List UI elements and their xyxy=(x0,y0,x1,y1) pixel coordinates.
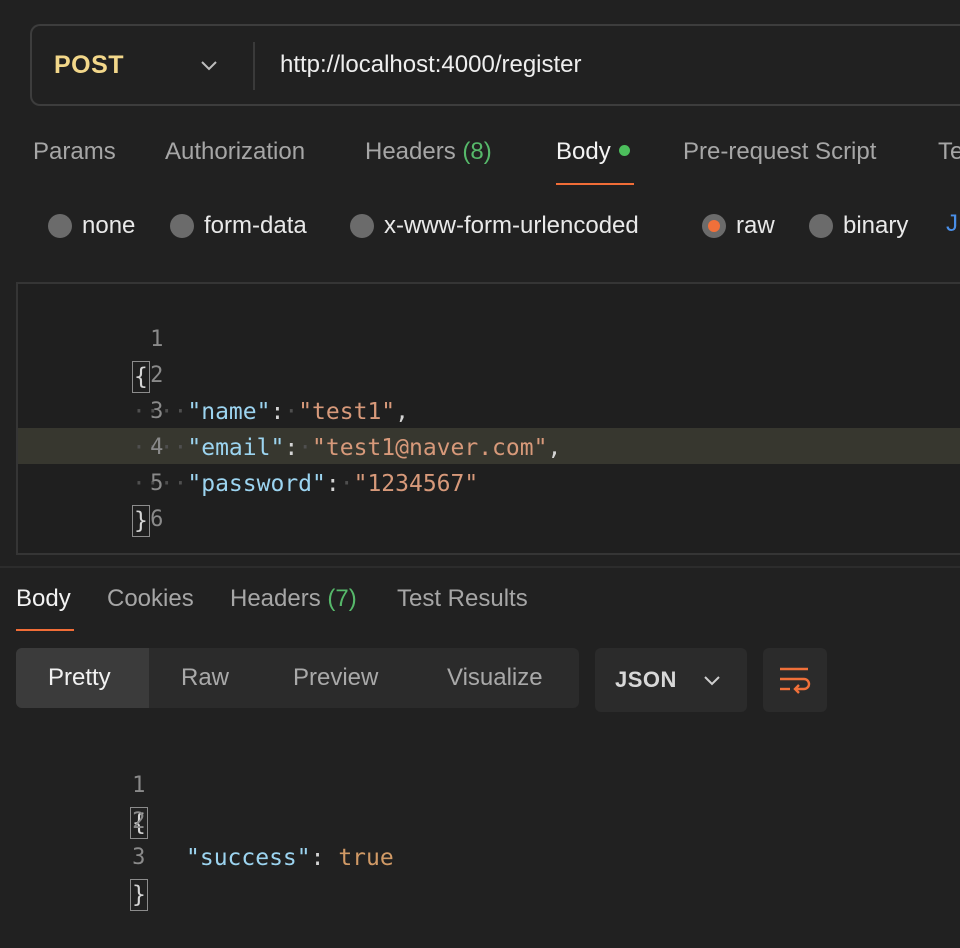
close-brace: } xyxy=(130,878,148,911)
tab-label: Headers xyxy=(365,138,456,165)
response-tab-cookies[interactable]: Cookies xyxy=(107,585,194,613)
response-tab-headers[interactable]: Headers (7) xyxy=(230,585,357,613)
request-url-bar: POST http://localhost:4000/register xyxy=(30,24,960,106)
headers-count: (8) xyxy=(462,138,492,165)
radio-x-www-form-urlencoded[interactable]: x-www-form-urlencoded xyxy=(350,210,639,242)
line-number: 1 xyxy=(132,773,146,798)
tab-label: Params xyxy=(33,138,116,165)
active-tab-indicator xyxy=(16,629,74,631)
line-number: 2 xyxy=(132,809,146,834)
code-line: 5 } xyxy=(18,430,163,537)
view-pretty-button[interactable]: Pretty xyxy=(16,648,149,708)
chevron-down-icon[interactable] xyxy=(198,54,220,76)
json-key: "email" xyxy=(187,435,285,461)
view-raw-button[interactable]: Raw xyxy=(181,648,229,708)
radio-none[interactable]: none xyxy=(48,210,135,242)
code-line: 2 ····"name":·"test1", xyxy=(18,322,409,425)
radio-form-data[interactable]: form-data xyxy=(170,210,307,242)
line-number: 3 xyxy=(150,399,164,424)
radio-button[interactable] xyxy=(702,214,726,238)
response-tab-test-results[interactable]: Test Results xyxy=(397,585,528,613)
radio-button[interactable] xyxy=(809,214,833,238)
line-number: 2 xyxy=(150,363,164,388)
tab-body[interactable]: Body xyxy=(556,138,630,166)
request-body-editor[interactable]: 1 { 2 ····"name":·"test1", 3 ····"email"… xyxy=(16,282,960,555)
wrap-lines-icon xyxy=(780,667,811,694)
json-value: "test1@naver.com" xyxy=(312,435,548,461)
response-format-select[interactable]: JSON xyxy=(595,648,747,712)
tab-tests[interactable]: Te xyxy=(938,138,960,166)
radio-binary[interactable]: binary xyxy=(809,210,908,242)
radio-label: raw xyxy=(736,212,775,239)
headers-count: (7) xyxy=(327,585,357,612)
pane-divider[interactable] xyxy=(0,566,960,568)
tab-label: Cookies xyxy=(107,585,194,612)
response-body-viewer: 1 { 2 "success": true 3 } xyxy=(0,732,960,911)
method-select[interactable]: POST xyxy=(54,26,124,104)
tab-authorization[interactable]: Authorization xyxy=(165,138,305,166)
chevron-down-icon xyxy=(704,676,720,686)
body-modified-dot xyxy=(618,145,630,157)
radio-raw[interactable]: raw xyxy=(702,210,775,242)
active-tab-indicator xyxy=(556,183,634,185)
line-number: 1 xyxy=(150,327,164,352)
code-line: 4 ····"password":·"1234567" xyxy=(18,394,478,497)
view-visualize-button[interactable]: Visualize xyxy=(447,648,543,708)
tab-label: Authorization xyxy=(165,138,306,165)
comma: , xyxy=(395,399,409,425)
body-format-dropdown[interactable]: J xyxy=(946,210,958,238)
radio-label: binary xyxy=(843,212,909,239)
tab-pre-request-script[interactable]: Pre-request Script xyxy=(683,138,876,166)
tab-headers[interactable]: Headers (8) xyxy=(365,138,492,166)
json-value: "test1" xyxy=(298,399,396,425)
tab-label: Test Results xyxy=(397,585,528,612)
code-line: 2 "success": true xyxy=(0,768,394,871)
radio-button[interactable] xyxy=(350,214,374,238)
radio-label: x-www-form-urlencoded xyxy=(384,212,639,239)
json-value: "1234567" xyxy=(353,471,479,497)
radio-button[interactable] xyxy=(48,214,72,238)
code-line: 3 } xyxy=(0,804,148,911)
tab-params[interactable]: Params xyxy=(33,138,116,166)
url-input[interactable]: http://localhost:4000/register xyxy=(280,26,582,104)
tab-label: Te xyxy=(938,138,960,165)
json-value: true xyxy=(338,845,394,871)
radio-button[interactable] xyxy=(170,214,194,238)
tab-label: Body xyxy=(556,138,611,165)
tab-label: Body xyxy=(16,585,71,612)
line-number: 4 xyxy=(150,435,164,460)
comma: , xyxy=(547,435,562,461)
wrap-lines-button[interactable] xyxy=(763,648,827,712)
radio-label: form-data xyxy=(204,212,307,239)
code-line: 1 { xyxy=(0,732,148,839)
format-label: JSON xyxy=(615,667,677,692)
tab-label: Pre-request Script xyxy=(683,138,877,165)
view-preview-button[interactable]: Preview xyxy=(293,648,378,708)
url-divider xyxy=(253,42,255,90)
line-number: 3 xyxy=(132,845,146,870)
response-tab-body[interactable]: Body xyxy=(16,585,71,613)
line-number: 6 xyxy=(150,507,164,532)
json-key: "password" xyxy=(187,471,326,497)
code-line: 3 ····"email":·"test1@naver.com", xyxy=(18,358,561,461)
code-line: 6 xyxy=(18,466,163,532)
code-line: 1 { xyxy=(18,286,163,393)
json-key: "success" xyxy=(186,845,311,871)
tab-label: Headers xyxy=(230,585,321,612)
line-number: 5 xyxy=(150,471,164,496)
radio-label: none xyxy=(82,212,136,239)
json-key: "name" xyxy=(187,399,271,425)
view-mode-group: Pretty Raw Preview Visualize xyxy=(16,648,579,708)
